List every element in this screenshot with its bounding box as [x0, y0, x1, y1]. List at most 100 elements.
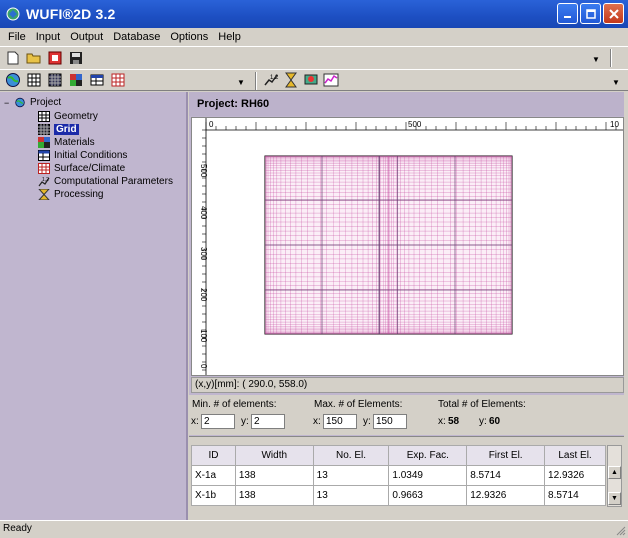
- hourglass-icon: [285, 72, 297, 88]
- collapse-icon[interactable]: −: [4, 98, 14, 108]
- surface-climate-button[interactable]: [109, 71, 127, 89]
- cell-first-el[interactable]: 8.5714: [466, 465, 546, 486]
- project-tree: − Project Geometry Grid Materials Initia…: [0, 92, 188, 520]
- ruler-y-label-400: 400: [199, 206, 208, 220]
- cell-no-el[interactable]: 13: [312, 465, 390, 486]
- export-button[interactable]: [46, 49, 64, 67]
- min-x-prefix: x:: [191, 416, 199, 427]
- col-header-id[interactable]: ID: [191, 445, 236, 466]
- tree-item-initial-conditions[interactable]: Initial Conditions: [38, 149, 127, 162]
- ruler-x-label-500: 500: [408, 120, 422, 129]
- cell-first-el[interactable]: 12.9326: [466, 485, 546, 506]
- col-header-width[interactable]: Width: [234, 445, 314, 466]
- menu-output[interactable]: Output: [65, 31, 108, 43]
- cell-last-el[interactable]: 8.5714: [544, 485, 606, 506]
- tree-item-geometry[interactable]: Geometry: [38, 110, 98, 123]
- tree-label-geometry: Geometry: [54, 111, 98, 122]
- cell-id[interactable]: X-1a: [191, 465, 236, 486]
- ruler-x-label-1000: 10: [610, 120, 619, 129]
- scroll-down-button[interactable]: ▼: [608, 492, 621, 505]
- ruler-y-label-200: 200: [199, 288, 208, 302]
- maximize-button[interactable]: [580, 3, 601, 24]
- tree-label-materials: Materials: [54, 137, 95, 148]
- initial-conditions-button[interactable]: [88, 71, 106, 89]
- svg-text:1,2: 1,2: [270, 75, 279, 81]
- table-row[interactable]: X-1b 138 13 0.9663 12.9326 8.5714: [191, 485, 606, 506]
- menu-help[interactable]: Help: [213, 31, 246, 43]
- grid-sections-table: ID Width No. El. Exp. Fac. First El. Las…: [191, 445, 606, 506]
- project-button[interactable]: [4, 71, 22, 89]
- toolbar2-right-dropdown-icon[interactable]: ▼: [612, 78, 620, 87]
- menu-input[interactable]: Input: [31, 31, 65, 43]
- col-header-first-el[interactable]: First El.: [466, 445, 546, 466]
- open-button[interactable]: [25, 49, 43, 67]
- results-button[interactable]: [302, 71, 320, 89]
- component-grid-mesh[interactable]: [264, 155, 513, 335]
- tree-item-processing[interactable]: Processing: [38, 188, 103, 201]
- geometry-button[interactable]: [25, 71, 43, 89]
- save-icon: [70, 51, 82, 64]
- maximize-icon: [585, 8, 596, 19]
- minimize-button[interactable]: [557, 3, 578, 24]
- menu-database[interactable]: Database: [108, 31, 165, 43]
- materials-button[interactable]: [67, 71, 85, 89]
- max-x-input[interactable]: 150: [323, 414, 357, 429]
- cell-id[interactable]: X-1b: [191, 485, 236, 506]
- resize-grip-icon[interactable]: [616, 526, 626, 536]
- menu-options[interactable]: Options: [165, 31, 213, 43]
- close-button[interactable]: [603, 3, 624, 24]
- min-y-input[interactable]: 2: [251, 414, 285, 429]
- col-header-exp-fac[interactable]: Exp. Fac.: [388, 445, 468, 466]
- window-title: WUFI®2D 3.2: [26, 6, 116, 22]
- run-icon: 1,2: [264, 74, 279, 86]
- col-header-last-el[interactable]: Last El.: [544, 445, 606, 466]
- cell-width[interactable]: 138: [234, 485, 314, 506]
- scroll-up-button[interactable]: ▲: [608, 466, 621, 479]
- globe-icon: [6, 73, 20, 87]
- globe-icon: [15, 97, 25, 108]
- tree-item-computational-parameters[interactable]: 1,2 Computational Parameters: [38, 175, 173, 188]
- total-x-prefix: x:: [438, 416, 446, 427]
- tree-item-surface-climate[interactable]: Surface/Climate: [38, 162, 125, 175]
- menu-bar: File Input Output Database Options Help: [0, 28, 628, 45]
- geometry-icon: [38, 111, 50, 122]
- toolbar2-dropdown-arrow-icon[interactable]: ▼: [237, 78, 245, 87]
- status-bar: Ready: [0, 520, 628, 538]
- grid-drawing[interactable]: 0 500 10 500 400 300 200 100 0: [192, 118, 624, 376]
- total-elements-label: Total # of Elements:: [438, 399, 526, 410]
- menu-file[interactable]: File: [3, 31, 31, 43]
- save-button[interactable]: [67, 49, 85, 67]
- col-header-no-el[interactable]: No. El.: [312, 445, 390, 466]
- tree-label-grid: Grid: [54, 124, 79, 135]
- table-vertical-scrollbar[interactable]: ▲ ▼: [607, 445, 622, 507]
- cell-last-el[interactable]: 12.9326: [544, 465, 606, 486]
- tree-root-project[interactable]: − Project: [4, 96, 61, 109]
- tree-item-grid[interactable]: Grid: [38, 123, 79, 136]
- table-row[interactable]: X-1a 138 13 1.0349 8.5714 12.9326: [191, 465, 606, 486]
- ruler-y-label-300: 300: [199, 247, 208, 261]
- tree-item-materials[interactable]: Materials: [38, 136, 95, 149]
- chart-button[interactable]: [322, 71, 340, 89]
- minimize-icon: [563, 15, 571, 18]
- min-x-input[interactable]: 2: [201, 414, 235, 429]
- toolbar-dropdown-arrow-icon[interactable]: ▼: [592, 55, 600, 64]
- title-bar[interactable]: WUFI®2D 3.2: [0, 0, 628, 28]
- ruler-x-label-0: 0: [209, 120, 214, 129]
- open-folder-icon: [26, 53, 41, 63]
- max-y-input[interactable]: 150: [373, 414, 407, 429]
- toolbar2-separator: [255, 72, 257, 90]
- cell-exp-fac[interactable]: 1.0349: [388, 465, 468, 486]
- grid-icon: [27, 73, 41, 87]
- grid-canvas[interactable]: 0 500 10 500 400 300 200 100 0: [191, 117, 624, 376]
- initial-conditions-icon: [38, 150, 50, 161]
- toolbar-separator: [610, 49, 612, 67]
- cell-no-el[interactable]: 13: [312, 485, 390, 506]
- cell-width[interactable]: 138: [234, 465, 314, 486]
- computational-parameters-button[interactable]: 1,2: [262, 71, 280, 89]
- cell-exp-fac[interactable]: 0.9663: [388, 485, 468, 506]
- grid-button[interactable]: [46, 71, 64, 89]
- processing-button[interactable]: [282, 71, 300, 89]
- computational-parameters-icon: 1,2: [38, 177, 50, 187]
- element-count-panel: Min. # of elements: x: 2 y: 2 Max. # of …: [189, 395, 624, 435]
- new-file-button[interactable]: [4, 49, 22, 67]
